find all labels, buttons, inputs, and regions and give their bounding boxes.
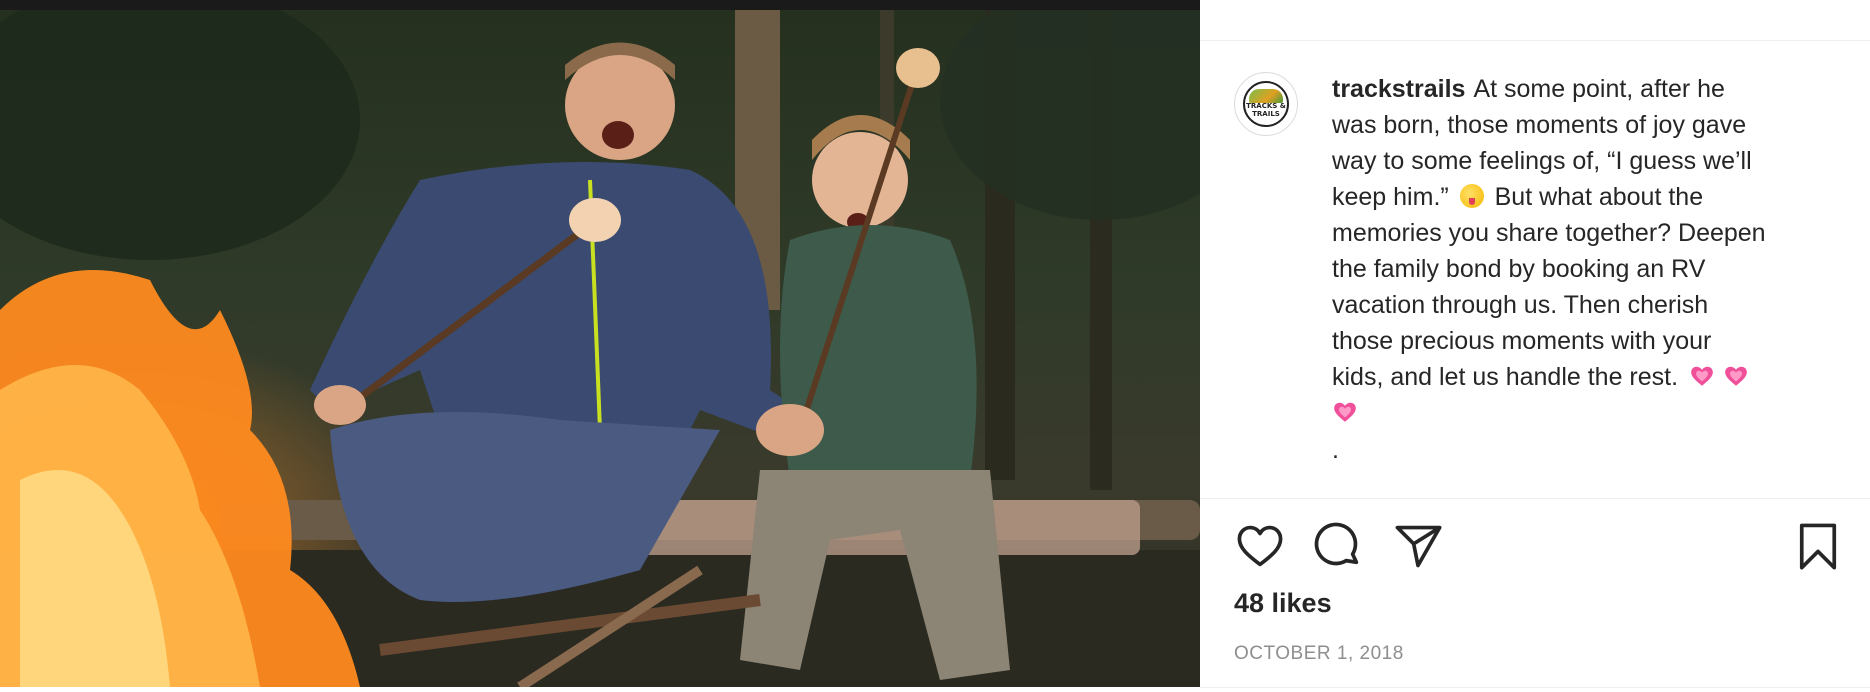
save-button[interactable] [1792,520,1844,572]
logo-text: TRACKS & TRAILS [1246,102,1286,118]
marshmallow [569,198,621,242]
caption-line: way to some feelings of, “I guess we’ll [1332,147,1752,175]
caption-trailing-dot: . [1332,436,1339,464]
caption-line: At some point, after he [1473,75,1725,103]
caption-line: kids, and let us handle the rest. [1332,363,1679,391]
tracks-trails-logo-icon: TRACKS & TRAILS [1243,81,1289,127]
likes-count[interactable]: 48 likes [1234,588,1332,619]
heart-icon [1237,525,1283,567]
comment-button[interactable] [1312,520,1364,572]
growing-heart-emoji-icon [1334,402,1356,422]
hand [314,385,366,425]
man-jacket [310,162,800,440]
winking-face-tongue-emoji-icon [1459,184,1484,208]
username-link[interactable]: trackstrails [1332,75,1465,103]
comment-icon [1314,522,1359,566]
share-button[interactable] [1392,520,1444,572]
logo-mountains [1249,89,1283,103]
bookmark-icon [1799,523,1837,570]
divider [1200,40,1870,41]
growing-heart-emoji-icon [1725,366,1747,386]
photo-bottom-strip [0,687,1200,692]
like-button[interactable] [1234,520,1286,572]
action-bar [1234,520,1844,572]
divider [1200,687,1870,688]
paper-plane-icon [1395,525,1442,568]
caption-line: those precious moments with your [1332,327,1712,355]
caption-line: But what about the [1494,183,1704,211]
post-date[interactable]: OCTOBER 1, 2018 [1234,643,1404,665]
caption-line: keep him.” [1332,183,1449,211]
caption-line: memories you share together? Deepen [1332,219,1766,247]
campfire-scene-illustration [0,10,1200,687]
post-details-panel: TRACKS & TRAILS trackstrails At some poin… [1200,0,1870,692]
marshmallow [896,48,940,88]
avatar[interactable]: TRACKS & TRAILS [1234,72,1298,136]
divider [1200,498,1870,499]
post-photo[interactable] [0,10,1200,687]
photo-top-bar [0,0,1200,10]
foliage [940,10,1200,220]
growing-heart-emoji-icon [1691,366,1713,386]
man-mouth [602,121,634,149]
caption-line: the family bond by booking an RV [1332,255,1706,283]
foliage [0,10,360,260]
caption-line: was born, those moments of joy gave [1332,111,1747,139]
post-caption: trackstrails At some point, after he was … [1332,71,1844,431]
hands [756,404,824,456]
caption-line: vacation through us. Then cherish [1332,291,1709,319]
